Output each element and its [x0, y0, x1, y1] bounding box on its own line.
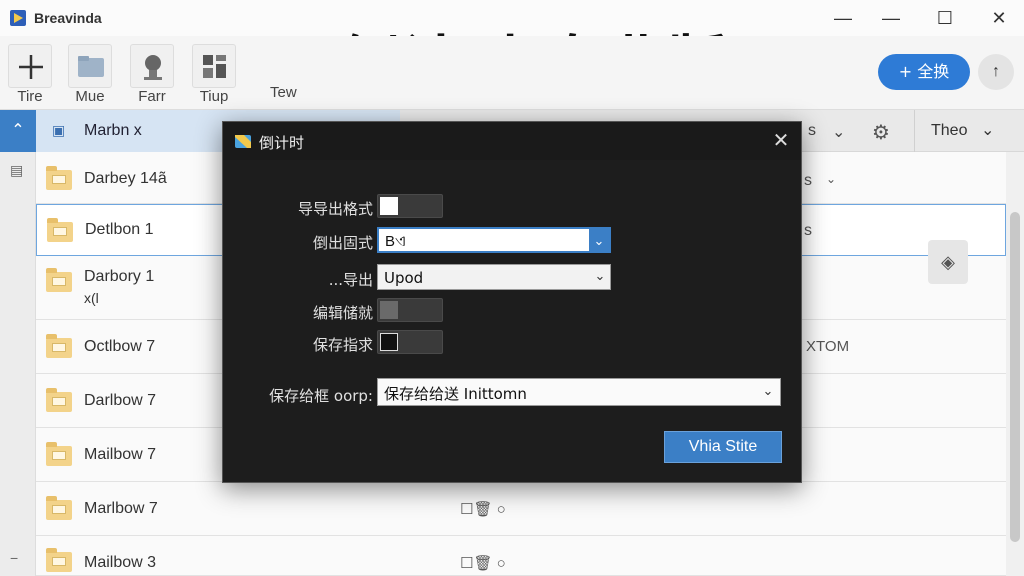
- export-dir-value: Bଏ: [385, 233, 406, 250]
- row-name: Marlbow 7: [84, 500, 158, 517]
- folder-icon: [46, 334, 72, 358]
- new-item-button[interactable]: + 全换: [878, 54, 970, 90]
- row-name: Darbory 1: [84, 268, 155, 285]
- row-name: Octlbow 7: [84, 338, 156, 355]
- row-name: Mailbow 3: [84, 554, 157, 571]
- countdown-dialog: 倒计时 ✕ 导导出格式 倒出固式 Bଏ ⌄ ...导出 Upod ⌄ 编辑储就 …: [222, 121, 802, 483]
- minimize-dash-icon[interactable]: —: [876, 6, 906, 30]
- toggle-knob: [380, 197, 398, 215]
- row-name: Detlbon 1: [85, 221, 154, 238]
- minimize-button[interactable]: —: [828, 6, 858, 30]
- save-group-select[interactable]: 保存给给送 Inittomn ⌄: [377, 378, 781, 406]
- upload-button[interactable]: ↑: [978, 54, 1014, 90]
- toolbar-tiup[interactable]: Tiup: [190, 44, 238, 105]
- save-requirement-toggle[interactable]: [377, 330, 443, 354]
- chevron-down-icon[interactable]: ⌄: [832, 122, 845, 142]
- row-action-icons[interactable]: ☐🗑 ○: [460, 500, 506, 518]
- dialog-title: 倒计时: [259, 134, 305, 152]
- toolbar-farr[interactable]: Farr: [128, 44, 176, 105]
- export-format-label: 导导出格式: [297, 200, 373, 218]
- save-requirement-label: 保存指求: [312, 336, 373, 354]
- toolbar-tab-label[interactable]: Tew: [270, 84, 297, 101]
- folder-icon: [46, 548, 72, 572]
- side-text: s: [804, 172, 812, 189]
- row-subtext: x(l: [84, 290, 99, 306]
- folder-icon: [47, 218, 73, 242]
- maximize-button[interactable]: ☐: [930, 6, 960, 30]
- list-item[interactable]: Marlbow 7 ☐🗑 ○: [36, 482, 1006, 536]
- record-toggle[interactable]: [377, 298, 443, 322]
- toggle-knob: [380, 301, 398, 319]
- pin-icon: [130, 44, 174, 88]
- chevron-down-icon: ⌄: [762, 384, 774, 399]
- side-text: s: [804, 222, 812, 239]
- dialog-app-icon: [235, 135, 251, 148]
- column-type-icon: ▣: [52, 122, 66, 138]
- theme-select[interactable]: Theo ⌄: [914, 110, 1004, 152]
- chevron-down-icon: ⌄: [594, 269, 606, 284]
- confirm-button[interactable]: Vhia Stite: [664, 431, 782, 463]
- export-select[interactable]: Upod ⌄: [377, 264, 611, 290]
- folder-icon: [46, 442, 72, 466]
- left-gutter: ▤ −: [0, 152, 36, 576]
- document-icon[interactable]: ▤: [10, 162, 23, 179]
- chevron-down-icon[interactable]: ⌄: [589, 229, 609, 253]
- folder-icon: [46, 496, 72, 520]
- toolbar-new[interactable]: Tire: [6, 44, 54, 105]
- toolbar-label: Mue: [75, 88, 105, 105]
- toolbar-label: Farr: [138, 88, 166, 105]
- badge-icon[interactable]: ◈: [928, 240, 968, 284]
- folder-icon: [46, 166, 72, 190]
- export-select-value: Upod: [384, 269, 424, 287]
- chevron-down-icon: ⌄: [981, 122, 995, 139]
- scrollbar-thumb[interactable]: [1010, 212, 1020, 542]
- export-label: ...导出: [328, 271, 373, 289]
- row-name: Mailbow 7: [84, 446, 157, 463]
- collapse-up-icon[interactable]: ⌃: [0, 110, 36, 152]
- row-name: Darlbow 7: [84, 392, 157, 409]
- column-header-label: Marbn x: [84, 122, 142, 139]
- toolbar-label: Tiup: [199, 88, 229, 105]
- toolbar-move[interactable]: Mue: [66, 44, 114, 105]
- row-right-text: XTOM: [806, 338, 850, 355]
- app-title: Breavinda: [34, 10, 102, 26]
- column-fragment: s: [808, 122, 816, 139]
- close-window-button[interactable]: ✕: [984, 6, 1014, 30]
- gear-icon[interactable]: ⚙: [872, 120, 890, 145]
- toolbar: Tire Mue Farr Tiup Tew: [0, 36, 1024, 110]
- folder-icon: [46, 388, 72, 412]
- toggle-knob: [380, 333, 398, 351]
- export-dir-input[interactable]: Bଏ ⌄: [377, 227, 611, 253]
- plus-icon: [8, 44, 52, 88]
- grid-icon: [192, 44, 236, 88]
- theme-label: Theo: [931, 122, 968, 139]
- list-item[interactable]: Mailbow 3 ☐🗑 ○: [36, 536, 1006, 576]
- save-group-value: 保存给给送 Inittomn: [384, 385, 527, 403]
- folder-icon: [68, 44, 112, 88]
- close-icon[interactable]: ✕: [769, 128, 793, 154]
- minus-icon[interactable]: −: [10, 550, 18, 566]
- toolbar-label: Tire: [17, 88, 43, 105]
- app-logo-icon: [10, 10, 26, 26]
- export-format-toggle[interactable]: [377, 194, 443, 218]
- row-action-icons[interactable]: ☐🗑 ○: [460, 554, 506, 572]
- export-dir-label: 倒出固式: [312, 234, 373, 252]
- folder-icon: [46, 268, 72, 292]
- record-label: 编辑储就: [312, 304, 373, 322]
- chevron-down-icon[interactable]: ⌄: [826, 172, 836, 186]
- dialog-header: 倒计时 ✕: [223, 122, 801, 160]
- row-name: Darbey 14ã: [84, 170, 167, 187]
- scrollbar[interactable]: [1006, 152, 1024, 576]
- save-group-label: 保存给框 oorp:: [269, 387, 373, 405]
